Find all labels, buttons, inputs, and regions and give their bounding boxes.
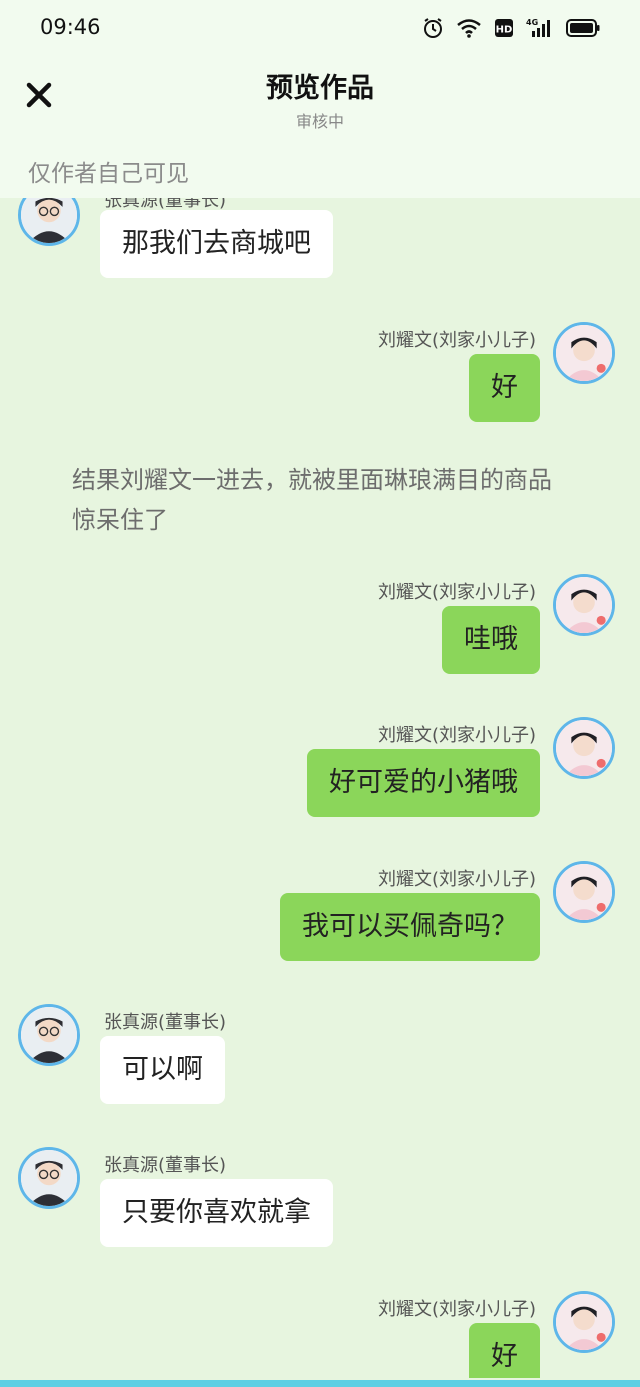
avatar[interactable] (18, 198, 80, 246)
message-bubble[interactable]: 我可以买佩奇吗？ (280, 893, 540, 961)
battery-icon (566, 18, 600, 38)
header: 预览作品 审核中 (0, 56, 640, 142)
sender-name: 刘耀文(刘家小儿子) (377, 869, 536, 890)
avatar[interactable] (18, 1004, 80, 1066)
signal-4g-icon: 4G (526, 17, 554, 39)
avatar-zhang (21, 198, 77, 243)
avatar[interactable] (553, 861, 615, 923)
avatar[interactable] (553, 322, 615, 384)
svg-text:HD: HD (496, 25, 513, 36)
avatar-zhang (21, 1150, 77, 1206)
review-status: 审核中 (295, 112, 344, 131)
wifi-icon (456, 17, 482, 39)
avatar[interactable] (553, 1291, 615, 1353)
avatar[interactable] (553, 574, 615, 636)
status-bar: 09:46 HD 4G (0, 0, 640, 56)
avatar-liu (556, 325, 612, 381)
sender-name: 刘耀文(刘家小儿子) (377, 1299, 536, 1320)
hd-icon: HD (494, 18, 514, 38)
sender-name: 刘耀文(刘家小儿子) (377, 582, 536, 603)
page-title: 预览作品 (266, 73, 374, 104)
message-bubble[interactable]: 好可爱的小猪哦 (307, 749, 540, 817)
message-bubble[interactable]: 哇哦 (442, 606, 540, 674)
sender-name: 刘耀文(刘家小儿子) (377, 725, 536, 746)
status-icons: HD 4G (422, 17, 600, 39)
alarm-icon (422, 17, 444, 39)
avatar[interactable] (553, 717, 615, 779)
svg-text:4G: 4G (526, 18, 538, 27)
notice-bar: 仅作者自己可见 (0, 142, 640, 198)
sender-name: 刘耀文(刘家小儿子) (377, 330, 536, 351)
message-bubble[interactable]: 只要你喜欢就拿 (100, 1179, 333, 1247)
sender-name: 张真源(董事长) (104, 1155, 227, 1176)
visibility-notice: 仅作者自己可见 (28, 161, 189, 187)
message-bubble[interactable]: 好 (469, 354, 540, 422)
narration-text: 结果刘耀文一进去，就被里面琳琅满目的商品惊呆住了 (72, 466, 552, 534)
message-bubble[interactable]: 那我们去商城吧 (100, 210, 333, 278)
message-bubble[interactable]: 可以啊 (100, 1036, 225, 1104)
avatar[interactable] (18, 1147, 80, 1209)
avatar-liu (556, 864, 612, 920)
sender-name: 张真源(董事长) (104, 1012, 227, 1033)
avatar-liu (556, 1294, 612, 1350)
chat-area[interactable]: 张真源(董事长) 那我们去商城吧 刘耀文(刘家小儿子) 好 结果刘耀文一进去，就… (0, 198, 640, 1378)
avatar-liu (556, 720, 612, 776)
status-time: 09:46 (40, 15, 101, 39)
message-bubble[interactable]: 好 (469, 1323, 540, 1378)
avatar-liu (556, 577, 612, 633)
bottom-progress-line (0, 1380, 640, 1387)
avatar-zhang (21, 1007, 77, 1063)
